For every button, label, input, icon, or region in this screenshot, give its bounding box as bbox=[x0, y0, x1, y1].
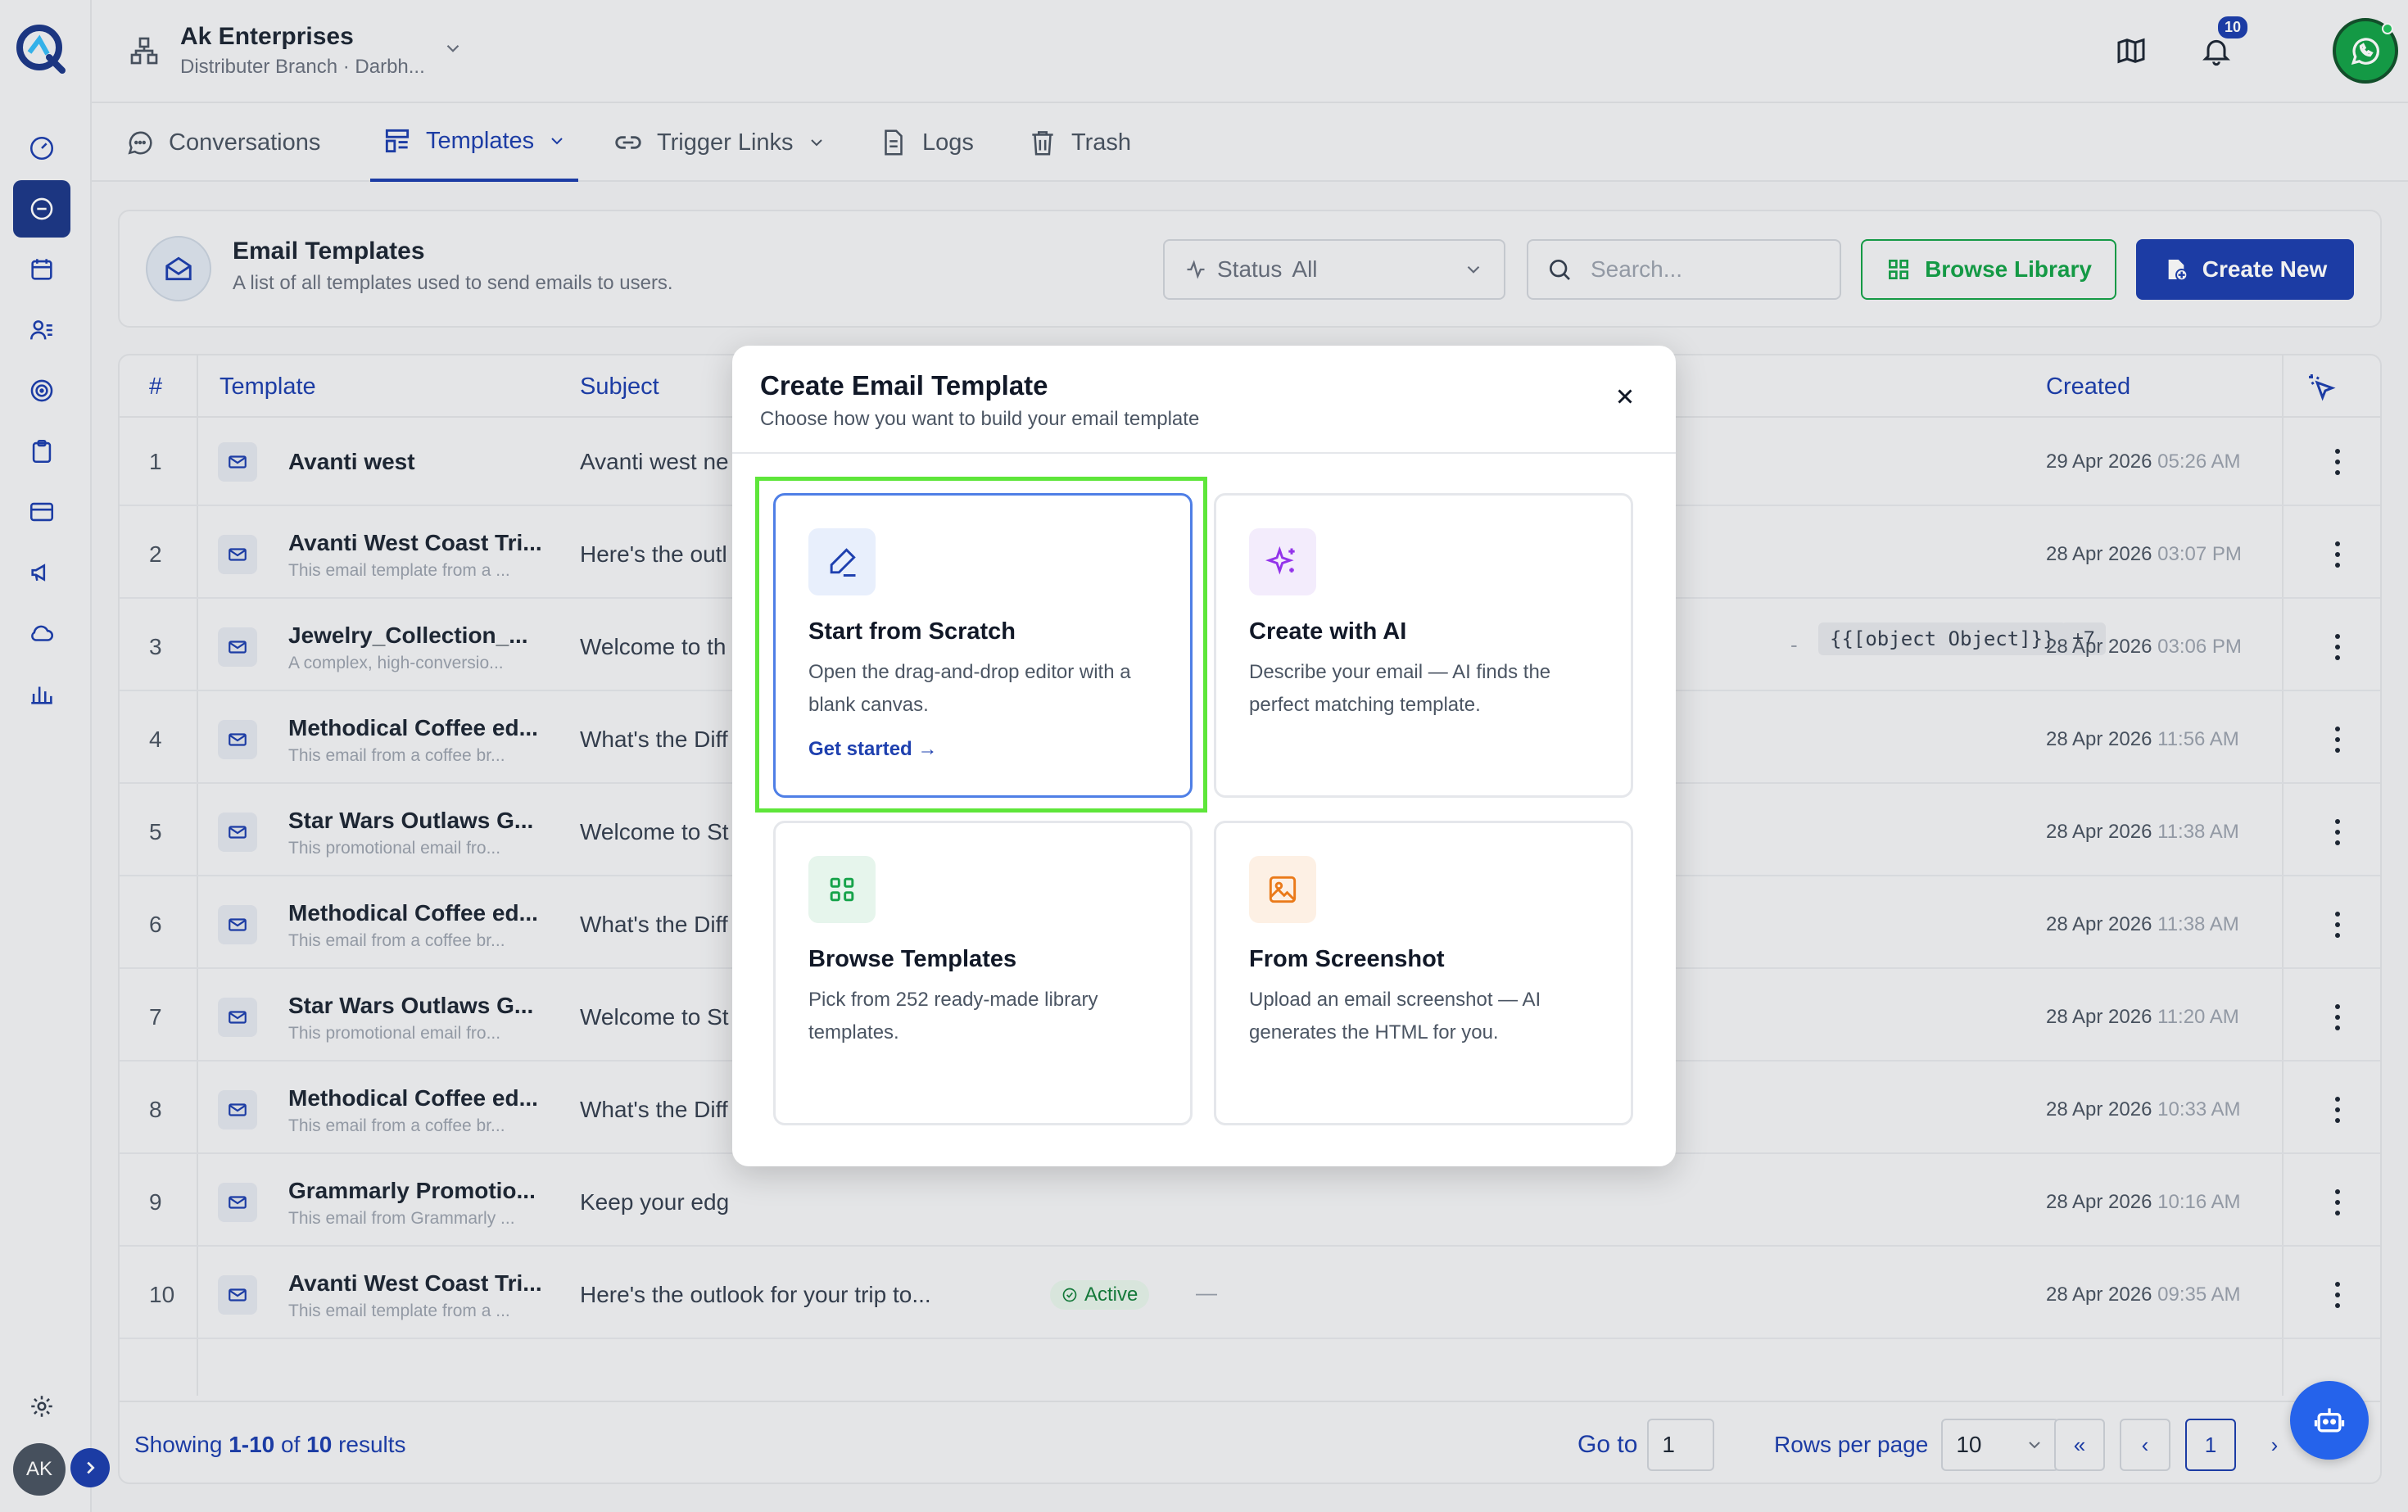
close-icon[interactable] bbox=[1609, 380, 1641, 413]
option-title: From Screenshot bbox=[1249, 946, 1445, 972]
sparkles-icon bbox=[1249, 528, 1316, 595]
modal-subtitle: Choose how you want to build your email … bbox=[760, 408, 1200, 430]
option-create-with-ai[interactable]: Create with AI Describe your email — AI … bbox=[1214, 493, 1633, 798]
option-browse-templates[interactable]: Browse Templates Pick from 252 ready-mad… bbox=[773, 821, 1193, 1125]
option-title: Create with AI bbox=[1249, 618, 1407, 645]
get-started-link[interactable]: Get started → bbox=[808, 738, 937, 761]
chatbot-button[interactable] bbox=[2290, 1381, 2369, 1460]
option-desc: Upload an email screenshot — AI generate… bbox=[1249, 989, 1541, 1043]
option-start-from-scratch[interactable]: Start from Scratch Open the drag-and-dro… bbox=[773, 493, 1193, 798]
option-title: Start from Scratch bbox=[808, 618, 1016, 645]
option-desc: Open the drag-and-drop editor with a bla… bbox=[808, 661, 1131, 716]
robot-icon bbox=[2314, 1408, 2345, 1433]
image-icon bbox=[1249, 856, 1316, 923]
option-from-screenshot[interactable]: From Screenshot Upload an email screensh… bbox=[1214, 821, 1633, 1125]
modal-divider bbox=[732, 452, 1676, 454]
option-desc: Describe your email — AI finds the perfe… bbox=[1249, 661, 1551, 716]
pencil-icon bbox=[808, 528, 876, 595]
option-desc: Pick from 252 ready-made library templat… bbox=[808, 989, 1098, 1043]
modal-title: Create Email Template bbox=[760, 370, 1048, 401]
create-template-modal: Create Email Template Choose how you wan… bbox=[732, 346, 1676, 1166]
grid-icon bbox=[808, 856, 876, 923]
option-title: Browse Templates bbox=[808, 946, 1017, 972]
